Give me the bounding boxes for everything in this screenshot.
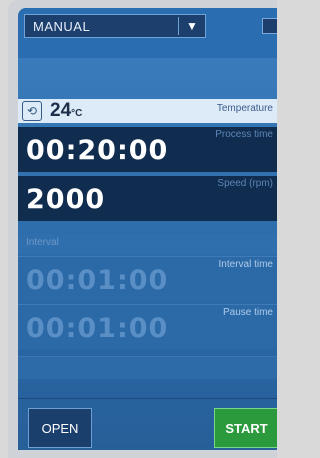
temperature-value: 24°C [50, 100, 83, 121]
speed-label: Speed (rpm) [217, 178, 273, 189]
thermometer-icon: ⟲ [22, 101, 42, 121]
interval-time-value: 00:01:00 [26, 265, 169, 296]
device-frame: MANUAL ▼ ⟲ 24°C Temperature Process time… [8, 0, 277, 458]
divider [18, 398, 277, 399]
touch-screen: MANUAL ▼ ⟲ 24°C Temperature Process time… [18, 8, 277, 450]
temperature-label: Temperature [216, 103, 273, 114]
pause-time-field: Pause time 00:01:00 [18, 304, 277, 349]
mode-dropdown[interactable]: MANUAL ▼ [24, 14, 206, 38]
temperature-row[interactable]: ⟲ 24°C Temperature [18, 99, 277, 123]
temperature-unit: °C [71, 108, 83, 119]
top-bar: MANUAL ▼ [18, 8, 277, 58]
interval-time-field: Interval time 00:01:00 [18, 256, 277, 301]
triangle-down-icon: ▼ [186, 19, 198, 33]
speed-field[interactable]: Speed (rpm) 2000 [18, 176, 277, 221]
interval-toggle[interactable]: Interval [18, 234, 277, 254]
interval-time-label: Interval time [218, 259, 273, 270]
process-time-label: Process time [215, 129, 273, 140]
menu-icon[interactable] [262, 18, 277, 34]
start-button[interactable]: START [214, 408, 277, 448]
extra-option-row [18, 356, 277, 379]
pause-time-label: Pause time [222, 307, 273, 318]
open-button[interactable]: OPEN [28, 408, 92, 448]
mode-dropdown-value: MANUAL [33, 18, 91, 34]
interval-header-label: Interval [26, 237, 59, 248]
process-time-value: 00:20:00 [26, 135, 169, 166]
process-time-field[interactable]: Process time 00:20:00 [18, 127, 277, 172]
pause-time-value: 00:01:00 [26, 313, 169, 344]
speed-value: 2000 [26, 184, 106, 215]
